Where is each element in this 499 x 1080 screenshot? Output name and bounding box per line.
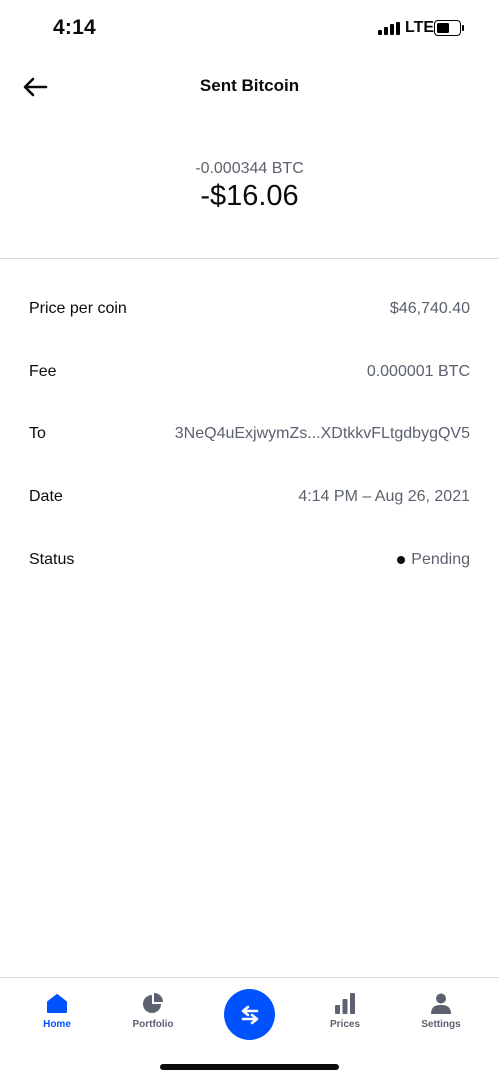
status-text: Pending: [411, 551, 470, 568]
detail-value: $46,740.40: [389, 300, 470, 317]
fiat-amount: -$16.06: [200, 180, 299, 212]
tab-label: Settings: [421, 1019, 461, 1030]
detail-row-price-per-coin: Price per coin $46,740.40: [29, 297, 470, 321]
detail-row-status: Status Pending: [29, 548, 470, 572]
home-icon: [47, 994, 67, 1013]
detail-label: To: [29, 425, 46, 442]
home-indicator[interactable]: [160, 1064, 339, 1070]
battery-icon: [434, 20, 464, 36]
status-time: 4:14: [53, 16, 96, 39]
swap-arrows-icon: [241, 1005, 258, 1024]
detail-row-to[interactable]: To 3NeQ4uExjwymZs...XDtkkvFLtgdbygQV5: [29, 422, 470, 446]
tab-label: Portfolio: [132, 1019, 174, 1030]
detail-label: Status: [29, 551, 75, 568]
page-title: Sent Bitcoin: [199, 76, 300, 95]
status-dot-icon: [397, 556, 406, 564]
status-bar: 4:14 LTE: [0, 0, 499, 56]
nav-header: Sent Bitcoin: [0, 56, 499, 118]
detail-value: 0.000001 BTC: [366, 363, 470, 380]
detail-label: Date: [29, 488, 63, 505]
crypto-amount: -0.000344 BTC: [195, 160, 304, 177]
tab-label: Home: [43, 1019, 71, 1030]
tab-portfolio[interactable]: Portfolio: [113, 992, 193, 1030]
transaction-amount: -0.000344 BTC -$16.06: [0, 160, 499, 213]
trade-button[interactable]: [224, 989, 275, 1040]
detail-label: Fee: [29, 363, 57, 380]
tab-home[interactable]: Home: [17, 992, 97, 1030]
recipient-address[interactable]: 3NeQ4uExjwymZs...XDtkkvFLtgdbygQV5: [175, 425, 470, 443]
detail-value: 4:14 PM – Aug 26, 2021: [298, 488, 470, 505]
bar-chart-icon: [335, 993, 355, 1014]
tab-settings[interactable]: Settings: [401, 992, 481, 1030]
tab-prices[interactable]: Prices: [305, 992, 385, 1030]
detail-row-date: Date 4:14 PM – Aug 26, 2021: [29, 485, 470, 509]
tab-label: Prices: [329, 1019, 361, 1030]
detail-label: Price per coin: [29, 300, 127, 317]
status-value: Pending: [397, 551, 470, 569]
pie-chart-icon: [143, 993, 163, 1013]
cellular-signal-icon: [378, 22, 400, 35]
divider: [0, 258, 499, 259]
person-icon: [431, 993, 451, 1014]
detail-row-fee: Fee 0.000001 BTC: [29, 360, 470, 384]
network-type: LTE: [405, 19, 435, 36]
